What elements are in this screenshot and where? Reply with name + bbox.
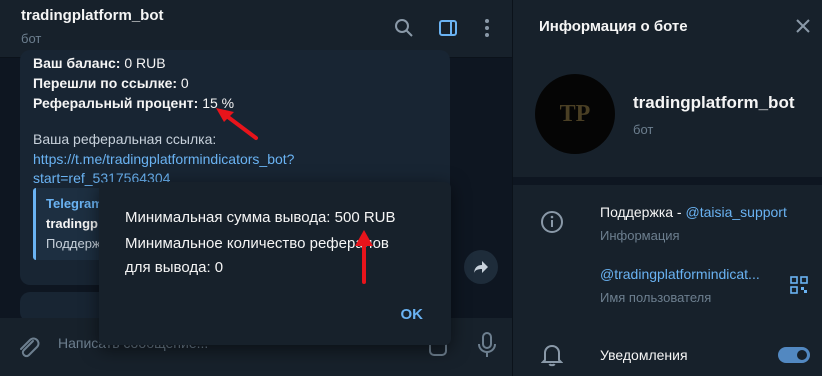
share-button[interactable] [464,250,498,284]
chat-subtitle: бот [21,31,42,46]
annotation-arrow-sum [355,230,373,284]
notifications-toggle[interactable] [778,347,810,363]
toggle-knob [795,348,809,362]
link-label: Ваша реферальная ссылка: [33,131,217,147]
support-link[interactable]: @taisia_support [685,204,786,220]
support-row: Поддержка - @taisia_support [600,204,787,220]
search-icon[interactable] [392,16,416,40]
microphone-icon[interactable] [476,331,498,364]
notifications-label: Уведомления [600,347,688,363]
sidebar-toggle-icon[interactable] [436,16,460,40]
attach-icon[interactable] [16,333,40,364]
more-options-icon[interactable] [475,16,499,40]
username-caption: Имя пользователя [600,290,712,305]
support-caption: Информация [600,228,680,243]
bell-icon [540,343,564,372]
qr-code-icon[interactable] [790,276,808,299]
preview-title: tradingp [46,216,98,231]
dialog-line-2: Минимальное количество рефералов [125,235,389,252]
section-separator [513,177,822,185]
referrals-line: Перешли по ссылке: 0 [33,75,189,91]
info-icon [540,210,564,239]
close-icon[interactable] [795,18,811,39]
panel-title: Информация о боте [539,18,688,35]
preview-text: Поддерж [46,236,101,251]
preview-site: Telegram [46,196,103,211]
bot-name: tradingplatform_bot [633,93,795,112]
referral-link[interactable]: https://t.me/tradingplatformindicators_b… [33,151,294,167]
bot-avatar[interactable]: TP [535,74,615,154]
bot-info-panel: Информация о боте TP tradingplatform_bot… [513,0,822,376]
withdrawal-info-dialog: Минимальная сумма вывода: 500 RUB Минима… [99,182,451,345]
dialog-line-3: для вывода: 0 [125,259,224,276]
share-arrow-icon [474,261,488,273]
annotation-arrow-percent [216,108,258,140]
ok-button[interactable]: OK [401,306,424,323]
balance-line: Ваш баланс: 0 RUB [33,55,166,71]
dialog-line-1: Минимальная сумма вывода: 500 RUB [125,209,396,226]
percent-line: Реферальный процент: 15 % [33,95,235,111]
chat-title[interactable]: tradingplatform_bot [21,7,164,24]
bot-subtitle: бот [633,122,654,137]
username-link[interactable]: @tradingplatformindicat... [600,266,760,282]
